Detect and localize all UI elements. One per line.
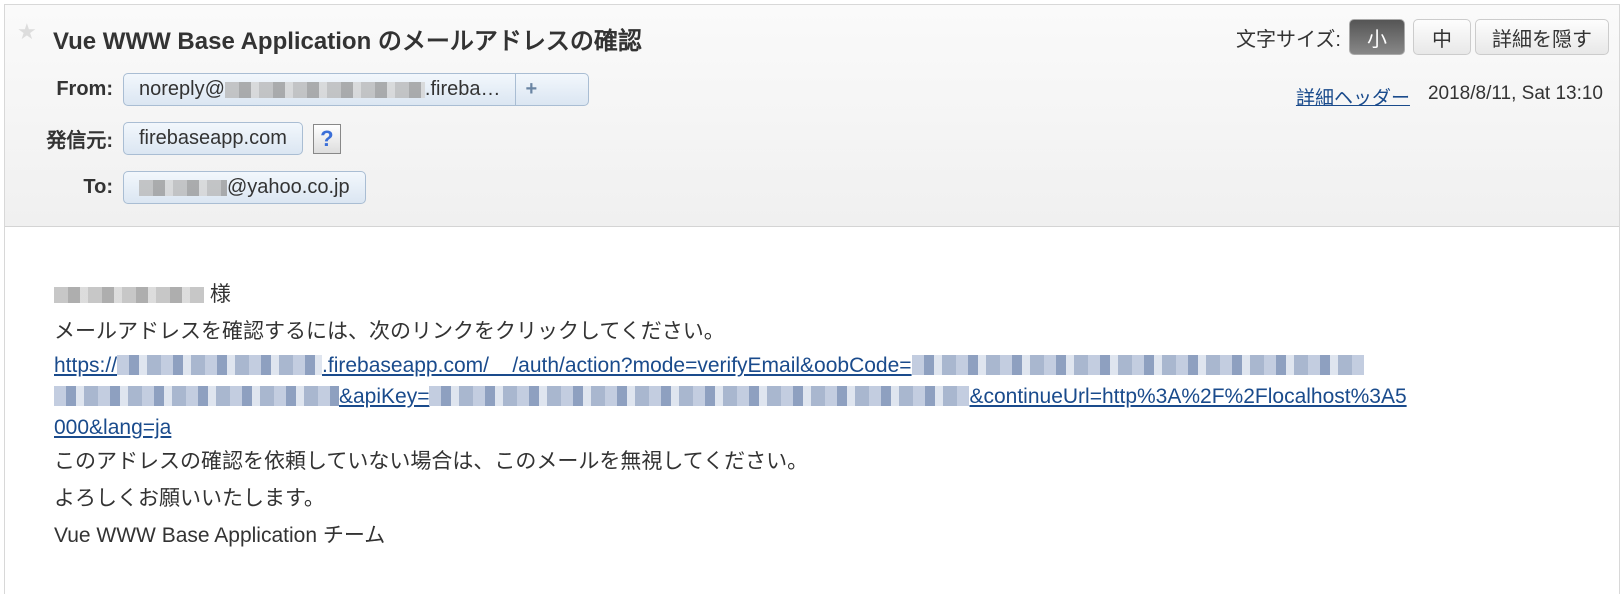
hide-details-button[interactable]: 詳細を隠す	[1475, 19, 1609, 55]
email-date: 2018/8/11, Sat 13:10	[1427, 83, 1603, 104]
body-line-1: メールアドレスを確認するには、次のリンクをクリックしてください。	[54, 320, 725, 343]
font-size-small-button[interactable]: 小	[1349, 19, 1405, 55]
add-contact-icon[interactable]: +	[514, 74, 537, 105]
header-meta: 詳細ヘッダー 2018/8/11, Sat 13:10	[1296, 83, 1603, 110]
sender-label: 発信元:	[46, 130, 113, 152]
email-subject: Vue WWW Base Application のメールアドレスの確認	[53, 28, 642, 55]
link-part[interactable]: .firebaseapp.com/__/auth/action?mode=ver…	[322, 354, 912, 377]
greeting-suffix: 様	[209, 283, 231, 306]
from-row: From: noreply@ .fireba… +	[5, 73, 589, 106]
body-line-3: よろしくお願いいたします。	[54, 487, 325, 510]
redacted-link[interactable]	[117, 355, 323, 375]
link-part[interactable]: &continueUrl=http%3A%2F%2Flocalhost%3A5	[969, 385, 1406, 408]
redacted-name	[54, 287, 204, 304]
link-part[interactable]: &apiKey=	[339, 385, 429, 408]
signature: Vue WWW Base Application チーム	[54, 524, 386, 547]
body-line-2: このアドレスの確認を依頼していない場合は、このメールを無視してください。	[54, 450, 809, 473]
redacted-link[interactable]	[429, 386, 970, 406]
link-part[interactable]: https://	[54, 354, 117, 377]
redacted-link[interactable]	[911, 355, 1364, 375]
sender-row: 発信元: firebaseapp.com ?	[5, 122, 341, 155]
from-prefix: noreply@	[139, 78, 225, 100]
from-chip[interactable]: noreply@ .fireba… +	[123, 73, 589, 106]
star-icon[interactable]: ★	[17, 19, 37, 45]
email-header: ★ Vue WWW Base Application のメールアドレスの確認 文…	[5, 5, 1619, 227]
sender-chip[interactable]: firebaseapp.com	[123, 122, 303, 155]
to-row: To: @yahoo.co.jp	[5, 171, 366, 204]
link-part[interactable]: 000&lang=ja	[54, 416, 171, 439]
font-size-label: 文字サイズ:	[1236, 28, 1341, 51]
redacted-text	[139, 179, 227, 196]
from-label: From:	[56, 78, 113, 100]
help-icon[interactable]: ?	[312, 123, 341, 154]
redacted-text	[224, 81, 425, 98]
verify-link[interactable]: https:// .firebaseapp.com/__/auth/action?…	[54, 350, 1407, 443]
to-label: To:	[83, 176, 113, 198]
detail-header-link[interactable]: 詳細ヘッダー	[1296, 83, 1410, 110]
greeting: 様	[54, 276, 1407, 313]
email-body: 様 メールアドレスを確認するには、次のリンクをクリックしてください。 https…	[54, 276, 1407, 554]
redacted-link[interactable]	[54, 386, 339, 406]
from-suffix: .fireba…	[424, 78, 501, 100]
font-size-medium-button[interactable]: 中	[1413, 19, 1471, 55]
to-chip[interactable]: @yahoo.co.jp	[123, 171, 366, 204]
to-suffix: @yahoo.co.jp	[227, 176, 350, 198]
